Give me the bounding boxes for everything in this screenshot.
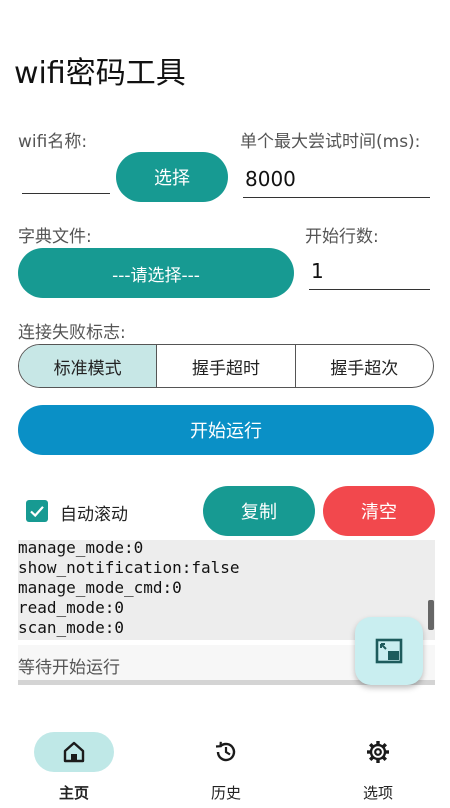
picture-in-picture-button[interactable] (355, 617, 423, 685)
start-run-button[interactable]: 开始运行 (18, 405, 434, 455)
wifi-name-label: wifi名称: (18, 132, 88, 152)
log-scrollbar[interactable] (428, 600, 434, 630)
log-line: manage_mode:0 (18, 540, 144, 557)
log-line: read_mode:0 (18, 598, 124, 617)
max-time-label: 单个最大尝试时间(ms): (240, 132, 421, 152)
max-time-field[interactable]: 8000 (243, 166, 430, 198)
nav-label-history: 历史 (210, 784, 241, 802)
picture-in-picture-icon (375, 638, 403, 664)
checkmark-icon (30, 506, 44, 518)
log-line: manage_mode_cmd:0 (18, 578, 182, 597)
wifi-name-field[interactable] (22, 168, 110, 194)
fail-flag-label: 连接失败标志: (18, 323, 126, 343)
nav-options-indicator (338, 732, 418, 772)
start-line-label: 开始行数: (305, 227, 379, 247)
autoscroll-label: 自动滚动 (60, 505, 128, 525)
nav-history-indicator (186, 732, 266, 772)
nav-item-history[interactable]: 历史 (171, 720, 281, 808)
mode-segmented-control: 标准模式 握手超时 握手超次 (18, 344, 434, 388)
nav-home-indicator (34, 732, 114, 772)
dict-file-select-button[interactable]: ---请选择--- (18, 248, 294, 298)
app-title: wifi密码工具 (14, 56, 186, 91)
mode-standard[interactable]: 标准模式 (19, 345, 158, 387)
clear-button[interactable]: 清空 (323, 486, 435, 536)
nav-item-home[interactable]: 主页 (19, 720, 129, 808)
start-line-field[interactable]: 1 (309, 258, 430, 290)
nav-item-options[interactable]: 选项 (323, 720, 433, 808)
log-line: show_notification:false (18, 558, 240, 577)
bottom-navigation: 主页 历史 选项 (0, 720, 450, 808)
select-wifi-button[interactable]: 选择 (116, 152, 228, 202)
gear-icon (367, 741, 389, 763)
mode-handshake-timeout[interactable]: 握手超时 (157, 345, 296, 387)
autoscroll-checkbox[interactable] (26, 500, 48, 522)
dict-file-label: 字典文件: (18, 227, 92, 247)
home-icon (63, 741, 85, 763)
mode-handshake-count[interactable]: 握手超次 (296, 345, 433, 387)
nav-label-home: 主页 (58, 784, 89, 802)
nav-label-options: 选项 (362, 784, 393, 802)
copy-button[interactable]: 复制 (203, 486, 315, 536)
history-icon (215, 741, 236, 762)
